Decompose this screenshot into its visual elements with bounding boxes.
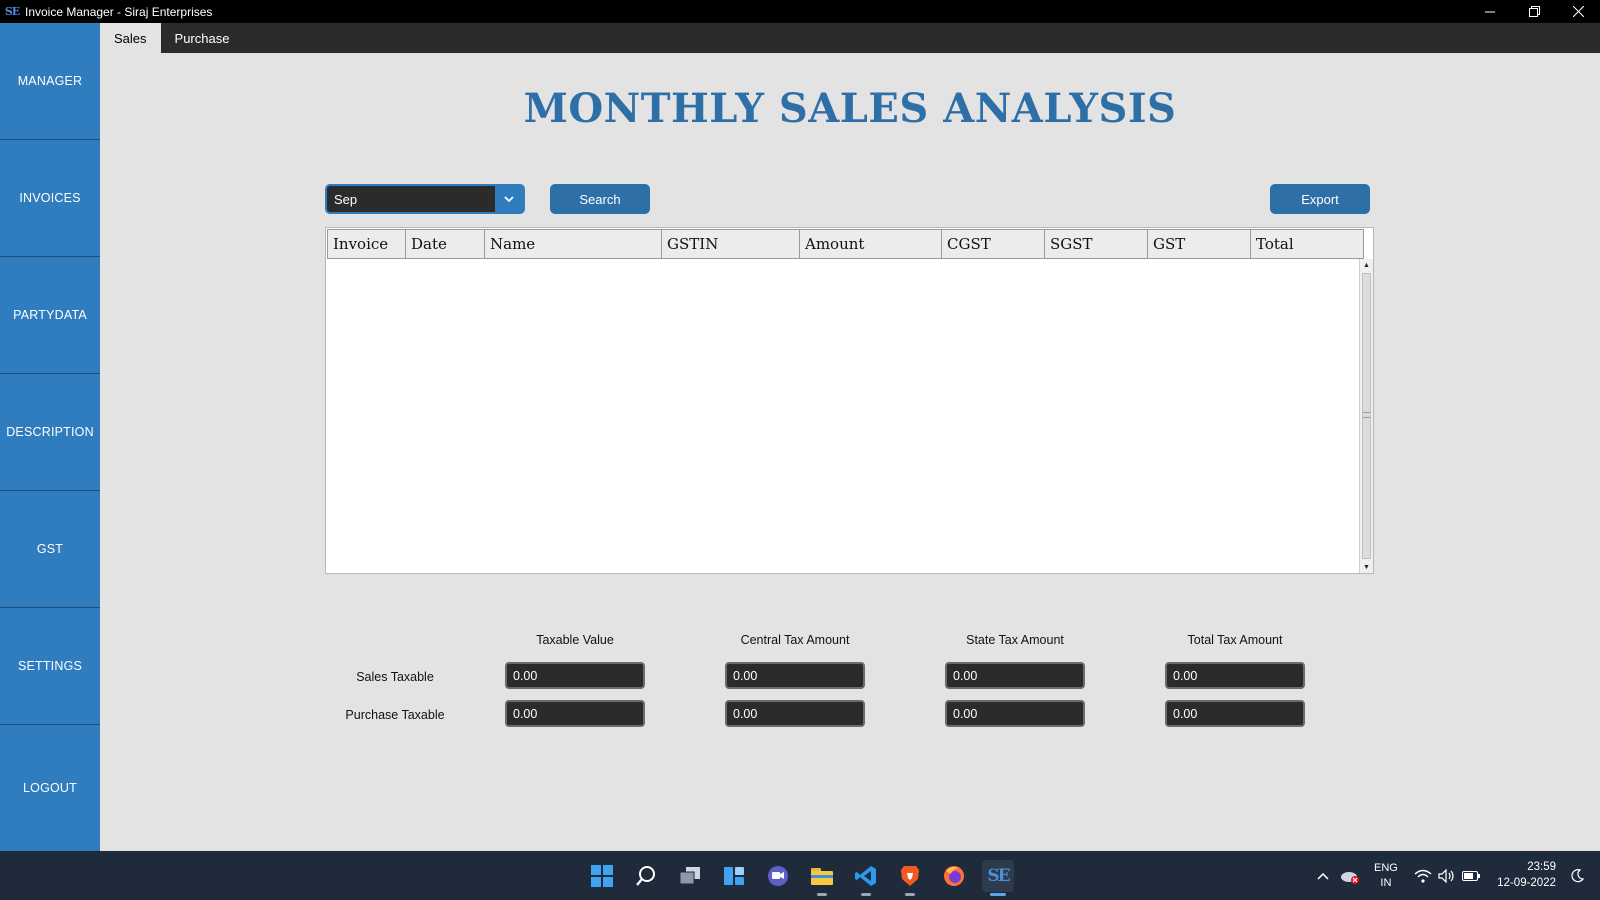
running-indicator (817, 893, 827, 896)
purchase-total-tax-field[interactable]: 0.00 (1165, 700, 1305, 727)
restore-button[interactable] (1512, 0, 1556, 23)
column-header-name[interactable]: Name (485, 229, 662, 259)
sales-total-tax-field[interactable]: 0.00 (1165, 662, 1305, 689)
tab-sales[interactable]: Sales (100, 23, 161, 53)
export-button[interactable]: Export (1270, 184, 1370, 214)
language-indicator[interactable]: ENG IN (1374, 861, 1398, 891)
column-header-gstin[interactable]: GSTIN (662, 229, 800, 259)
column-header-date[interactable]: Date (406, 229, 485, 259)
minimize-button[interactable] (1468, 0, 1512, 23)
search-icon[interactable] (630, 860, 662, 892)
sales-state-tax-field[interactable]: 0.00 (945, 662, 1085, 689)
sidebar-item-partydata[interactable]: PARTYDATA (0, 257, 100, 374)
scroll-up-icon[interactable]: ▲ (1360, 259, 1373, 271)
window-title: Invoice Manager - Siraj Enterprises (25, 4, 213, 19)
purchase-state-tax-field[interactable]: 0.00 (945, 700, 1085, 727)
close-icon (1572, 6, 1584, 17)
volume-icon[interactable] (1436, 860, 1458, 892)
purchase-central-tax-field[interactable]: 0.00 (725, 700, 865, 727)
minimize-icon (1485, 11, 1495, 12)
window-controls (1468, 0, 1600, 23)
active-indicator (990, 893, 1006, 896)
brave-icon[interactable] (894, 860, 926, 896)
chevron-up-icon[interactable] (1312, 860, 1334, 892)
windows-start-icon[interactable] (586, 860, 618, 892)
task-view-icon[interactable] (674, 860, 706, 892)
scrollbar-grip-icon (1363, 412, 1370, 418)
search-button[interactable]: Search (550, 184, 650, 214)
sidebar: MANAGER INVOICES PARTYDATA DESCRIPTION G… (0, 23, 100, 851)
clock[interactable]: 23:59 12-09-2022 (1497, 859, 1556, 891)
running-indicator (905, 893, 915, 896)
sales-taxable-label: Sales Taxable (356, 670, 434, 684)
table-header: Invoice Date Name GSTIN Amount CGST SGST… (327, 229, 1364, 259)
widgets-icon[interactable] (718, 860, 750, 892)
sidebar-item-description[interactable]: DESCRIPTION (0, 374, 100, 491)
column-header-amount[interactable]: Amount (800, 229, 942, 259)
chat-icon[interactable] (762, 860, 794, 892)
sales-central-tax-field[interactable]: 0.00 (725, 662, 865, 689)
purchase-taxable-value-field[interactable]: 0.00 (505, 700, 645, 727)
clock-date: 12-09-2022 (1497, 877, 1556, 889)
chevron-down-icon[interactable] (495, 185, 523, 213)
page-title: MONTHLY SALES ANALYSIS (523, 85, 1177, 132)
tab-bar: Sales Purchase (100, 23, 1600, 53)
summary-header-taxable-value: Taxable Value (536, 633, 614, 647)
restore-icon (1528, 6, 1540, 17)
summary-header-state-tax: State Tax Amount (966, 633, 1064, 647)
close-button[interactable] (1556, 0, 1600, 23)
taskbar: SE ENG IN 23:59 12-09-2022 (0, 851, 1600, 900)
summary-header-central-tax: Central Tax Amount (740, 633, 850, 647)
column-header-invoice[interactable]: Invoice (327, 229, 406, 259)
main-panel: Sales Purchase MONTHLY SALES ANALYSIS Se… (100, 23, 1600, 851)
running-indicator (861, 893, 871, 896)
title-bar: SE Invoice Manager - Siraj Enterprises (0, 0, 1600, 23)
column-header-gst[interactable]: GST (1148, 229, 1251, 259)
notifications-icon[interactable] (1566, 860, 1588, 892)
column-header-total[interactable]: Total (1251, 229, 1364, 259)
sidebar-item-logout[interactable]: LOGOUT (0, 725, 100, 851)
firefox-icon[interactable] (938, 860, 970, 892)
sidebar-item-invoices[interactable]: INVOICES (0, 140, 100, 257)
sales-taxable-value-field[interactable]: 0.00 (505, 662, 645, 689)
clock-time: 23:59 (1527, 861, 1556, 873)
sidebar-item-manager[interactable]: MANAGER (0, 23, 100, 140)
invoice-manager-icon[interactable]: SE (982, 860, 1014, 896)
purchase-taxable-label: Purchase Taxable (345, 708, 445, 722)
app-logo-icon: SE (4, 5, 20, 18)
vscode-icon[interactable] (850, 860, 882, 896)
summary-header-total-tax: Total Tax Amount (1187, 633, 1283, 647)
onedrive-error-icon[interactable] (1338, 860, 1362, 892)
scroll-down-icon[interactable]: ▼ (1360, 561, 1373, 573)
column-header-sgst[interactable]: SGST (1045, 229, 1148, 259)
sidebar-item-settings[interactable]: SETTINGS (0, 608, 100, 725)
battery-icon[interactable] (1460, 860, 1482, 892)
column-header-cgst[interactable]: CGST (942, 229, 1045, 259)
month-select[interactable]: Sep (325, 184, 525, 214)
month-select-value: Sep (334, 191, 358, 207)
table-scrollbar[interactable]: ▲ ▼ (1359, 259, 1373, 573)
invoice-table[interactable]: Invoice Date Name GSTIN Amount CGST SGST… (325, 227, 1374, 574)
wifi-icon[interactable] (1412, 860, 1434, 892)
tab-purchase[interactable]: Purchase (161, 23, 244, 53)
file-explorer-icon[interactable] (806, 860, 838, 896)
sidebar-item-gst[interactable]: GST (0, 491, 100, 608)
